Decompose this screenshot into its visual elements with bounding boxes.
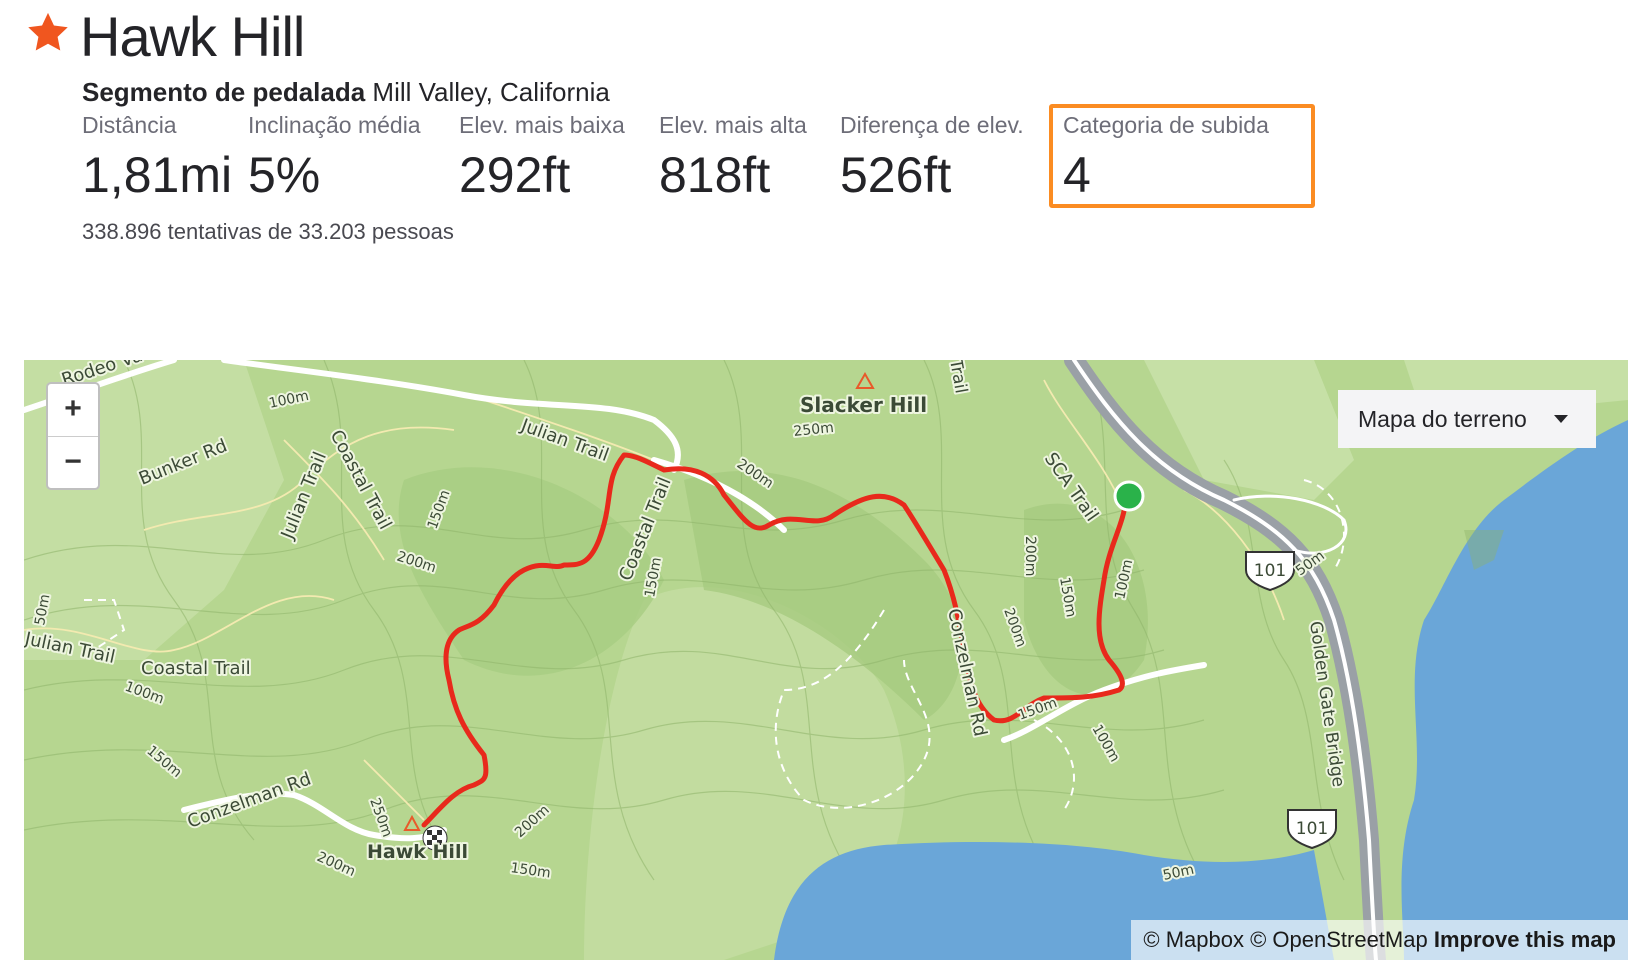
zoom-in-button[interactable]: +	[48, 384, 98, 437]
map-type-label: Mapa do terreno	[1358, 406, 1527, 432]
stat-label: Elev. mais baixa	[459, 112, 625, 138]
stat-label: Distância	[82, 112, 177, 138]
stat-average-grade: Inclinação média 5%	[248, 110, 421, 206]
stat-value: 1,81mi	[82, 147, 233, 203]
start-marker	[1113, 480, 1145, 512]
stat-value: 4	[1063, 147, 1091, 203]
attempts-count: 338.896 tentativas de 33.203 pessoas	[82, 219, 454, 244]
star-icon[interactable]	[25, 10, 71, 56]
svg-text:101: 101	[1254, 561, 1286, 581]
attribution-text[interactable]: © Mapbox © OpenStreetMap	[1143, 927, 1427, 952]
segment-map[interactable]: 101 101 Slacker Hill Hawk Hill Rodeo Va …	[24, 360, 1628, 960]
map-label: Slacker Hill	[800, 393, 927, 417]
stat-label: Diferença de elev.	[840, 112, 1024, 138]
stat-elevation-difference: Diferença de elev. 526ft	[840, 110, 1024, 206]
segment-subtitle: Segmento de pedalada Mill Valley, Califo…	[82, 75, 610, 109]
contour-label: 200m	[1022, 536, 1038, 576]
zoom-out-button[interactable]: −	[48, 437, 98, 489]
stat-highest-elevation: Elev. mais alta 818ft	[659, 110, 807, 206]
svg-text:101: 101	[1296, 819, 1328, 839]
page-title: Hawk Hill	[80, 5, 305, 68]
stat-label: Categoria de subida	[1063, 112, 1269, 138]
map-attribution: © Mapbox © OpenStreetMap Improve this ma…	[1131, 920, 1628, 960]
improve-map-link[interactable]: Improve this map	[1434, 927, 1616, 952]
map-label: Hawk Hill	[367, 841, 468, 863]
stat-value: 292ft	[459, 147, 571, 203]
terrain-map[interactable]: 101 101 Slacker Hill Hawk Hill Rodeo Va …	[24, 360, 1628, 960]
chevron-down-icon	[1554, 415, 1568, 423]
stat-value: 526ft	[840, 147, 952, 203]
map-type-dropdown[interactable]: Mapa do terreno	[1338, 390, 1596, 448]
zoom-control: + −	[46, 382, 100, 490]
stat-label: Elev. mais alta	[659, 112, 807, 138]
stat-value: 5%	[248, 147, 321, 203]
map-label: Coastal Trail	[141, 658, 251, 679]
stat-lowest-elevation: Elev. mais baixa 292ft	[459, 110, 625, 206]
segment-type: Segmento de pedalada	[82, 77, 366, 107]
stat-value: 818ft	[659, 147, 771, 203]
stat-distance: Distância 1,81mi	[82, 110, 232, 206]
segment-location[interactable]: Mill Valley, California	[372, 77, 609, 107]
stat-label: Inclinação média	[248, 112, 421, 138]
stat-climb-category: Categoria de subida 4	[1063, 110, 1269, 206]
